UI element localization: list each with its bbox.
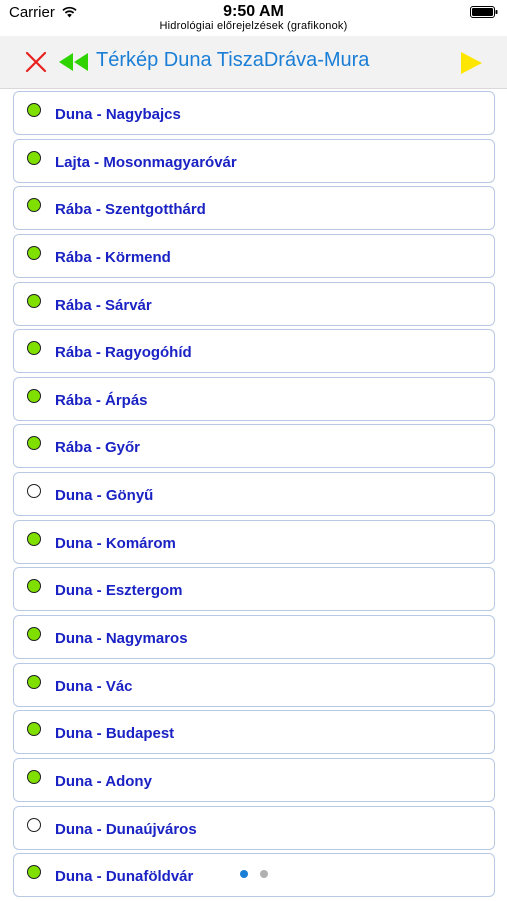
page-dot — [240, 870, 248, 879]
page-dot — [260, 870, 268, 879]
rewind-icon[interactable] — [58, 51, 90, 73]
station-label: Rába - Győr — [55, 439, 141, 457]
station-label: Duna - Nagybajcs — [55, 106, 181, 123]
station-list-item[interactable]: Rába - Árpás — [13, 376, 495, 421]
station-label: Duna - Budapest — [55, 725, 175, 743]
status-dot-icon — [27, 674, 41, 689]
station-list-item[interactable]: Duna - Komárom — [13, 519, 495, 564]
station-list-item[interactable]: Duna - Nagybajcs — [13, 91, 495, 135]
toolbar: Térkép Duna TiszaDráva-Mura — [0, 36, 507, 89]
station-label: Duna - Nagymaros — [55, 630, 188, 648]
status-dot-icon — [27, 198, 41, 213]
station-label: Rába - Körmend — [55, 248, 171, 266]
station-label: Duna - Adony — [55, 772, 152, 790]
station-list-item[interactable]: Rába - Győr — [13, 424, 495, 469]
status-dot-icon — [27, 341, 41, 356]
station-list-item[interactable]: Duna - Nagymaros — [13, 615, 495, 660]
clock-time: 9:50 AM — [223, 3, 284, 20]
station-list-item[interactable]: Duna - Dunaújváros — [13, 805, 495, 850]
station-list-item[interactable]: Rába - Sárvár — [13, 281, 495, 326]
station-list-item[interactable]: Duna - Adony — [13, 757, 495, 802]
status-dot-icon — [27, 388, 41, 403]
status-dot-icon — [27, 531, 41, 546]
station-label: Rába - Szentgotthárd — [55, 201, 206, 219]
status-dot-icon — [27, 245, 41, 260]
status-bar: Carrier 9:50 AM Hidrológiai előrejelzése… — [0, 0, 507, 36]
station-label: Rába - Árpás — [55, 391, 148, 409]
map-title-link[interactable]: Térkép Duna TiszaDráva-Mura — [96, 49, 369, 72]
station-list-item[interactable]: Lajta - Mosonmagyaróvár — [13, 138, 495, 183]
status-dot-icon — [27, 722, 41, 737]
station-list-item[interactable]: Duna - Dunaföldvár — [13, 853, 495, 898]
station-label: Lajta - Mosonmagyaróvár — [55, 153, 237, 171]
close-icon[interactable] — [24, 50, 48, 74]
status-dot-icon — [27, 293, 41, 308]
battery-icon — [470, 6, 498, 18]
station-list-item[interactable]: Rába - Szentgotthárd — [13, 186, 495, 231]
status-dot-icon — [27, 150, 41, 165]
station-list-item[interactable]: Rába - Körmend — [13, 233, 495, 278]
station-list-item[interactable]: Duna - Esztergom — [13, 567, 495, 612]
station-label: Duna - Dunaföldvár — [55, 868, 194, 886]
play-icon[interactable] — [458, 50, 484, 76]
app-subtitle: Hidrológiai előrejelzések (grafikonok) — [159, 20, 348, 32]
station-label: Rába - Sárvár — [55, 296, 152, 314]
status-dot-icon — [27, 817, 41, 832]
station-list-item[interactable]: Duna - Budapest — [13, 710, 495, 755]
station-list-item[interactable]: Rába - Ragyogóhíd — [13, 329, 495, 374]
station-label: Duna - Gönyű — [55, 487, 154, 505]
station-label: Duna - Vác — [55, 677, 133, 695]
page-indicator — [240, 870, 280, 880]
status-dot-icon — [27, 579, 41, 594]
status-dot-icon — [27, 103, 41, 117]
station-list-item[interactable]: Duna - Vác — [13, 662, 495, 707]
station-list: Duna - Nagybajcs Lajta - Mosonmagyaróvár R… — [13, 91, 495, 901]
status-dot-icon — [27, 627, 41, 642]
status-dot-icon — [27, 484, 41, 499]
station-list-item[interactable]: Duna - Gönyű — [13, 472, 495, 517]
station-label: Rába - Ragyogóhíd — [55, 344, 192, 362]
status-dot-icon — [27, 769, 41, 784]
status-dot-icon — [27, 865, 41, 880]
station-label: Duna - Dunaújváros — [55, 820, 197, 838]
station-label: Duna - Esztergom — [55, 582, 183, 600]
status-dot-icon — [27, 436, 41, 451]
station-label: Duna - Komárom — [55, 534, 176, 552]
